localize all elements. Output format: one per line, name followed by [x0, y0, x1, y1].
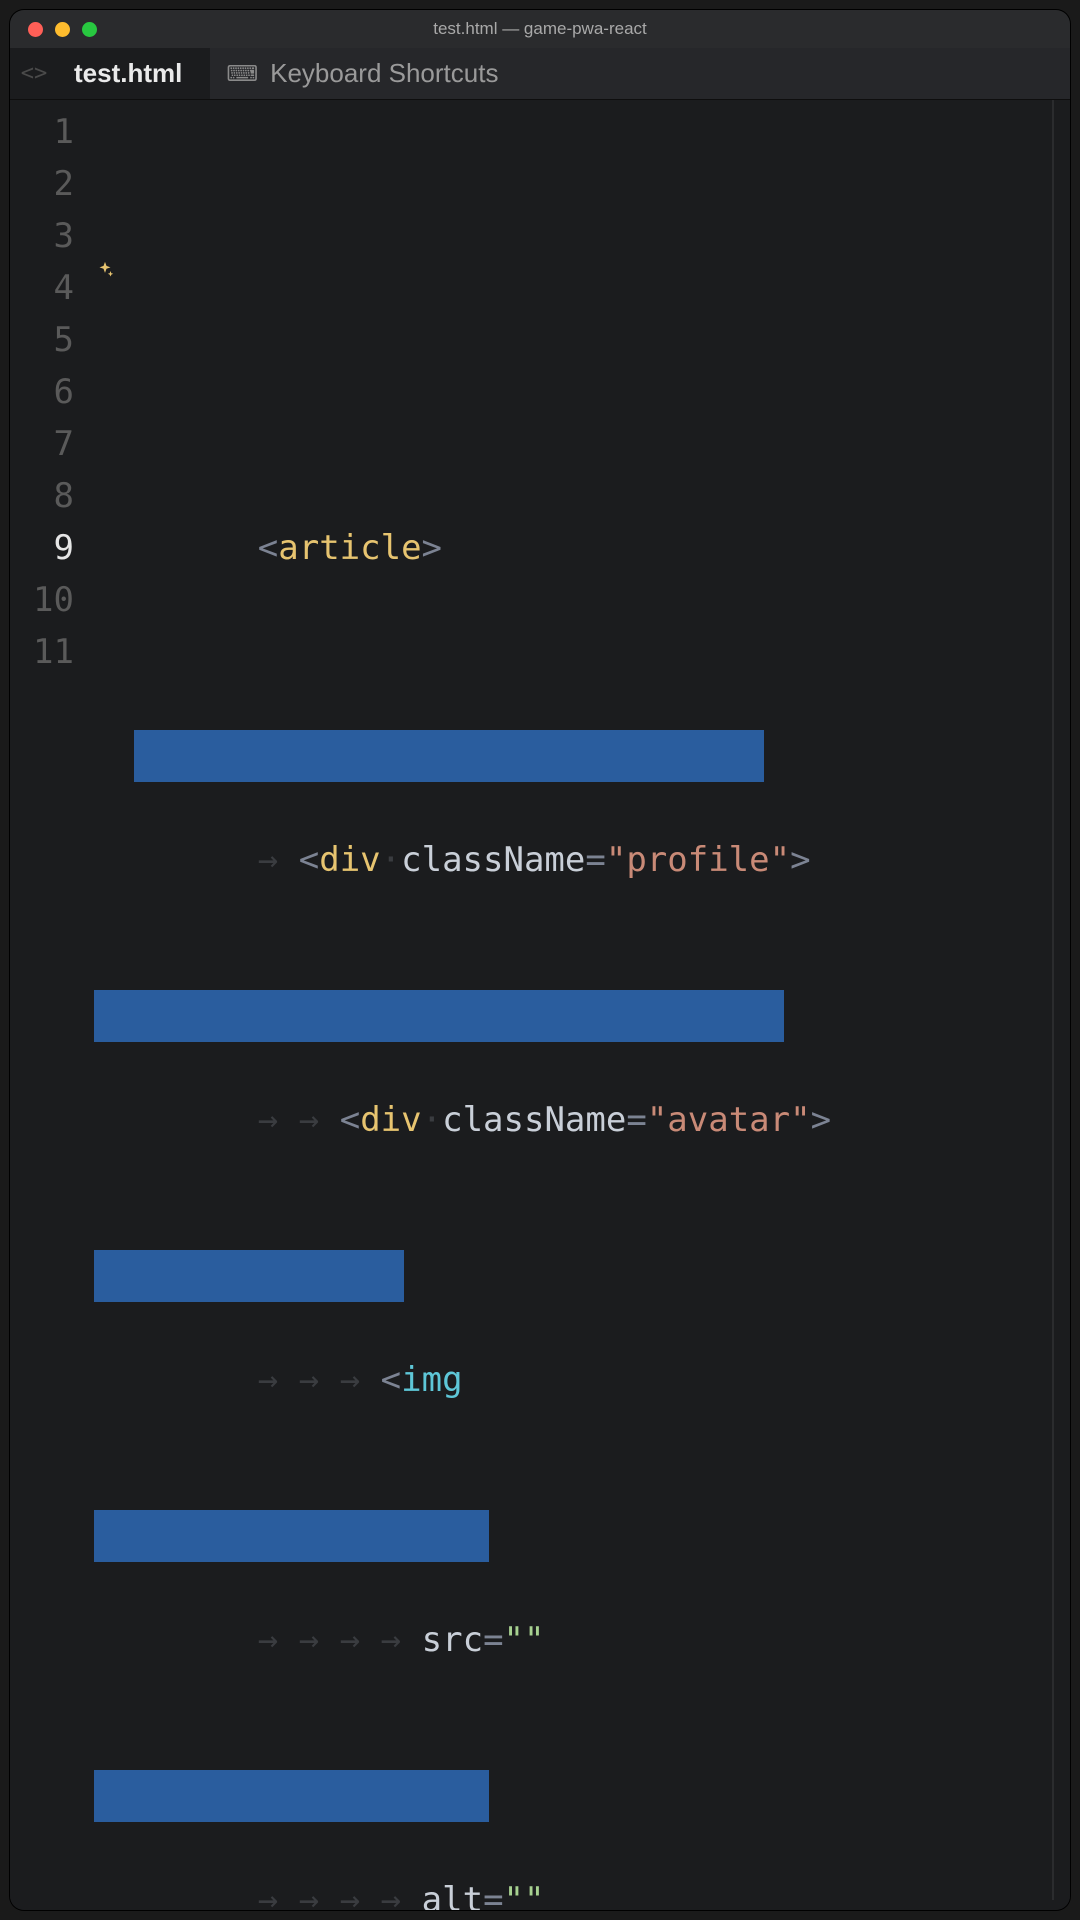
whitespace: · — [422, 1100, 442, 1140]
line-number[interactable]: 10 — [10, 574, 88, 626]
code-editor[interactable]: 1 2 3 4 5 6 7 8 9 10 11 <article> — [10, 100, 1070, 1910]
editor-window: test.html — game-pwa-react <> test.html … — [10, 10, 1070, 1910]
punct: = — [483, 1620, 503, 1660]
whitespace: · — [381, 840, 401, 880]
punct: < — [299, 840, 319, 880]
tab-test-html[interactable]: test.html — [58, 48, 210, 99]
code-line[interactable]: <article> — [88, 470, 1070, 522]
minimize-window-button[interactable] — [55, 22, 70, 37]
whitespace: → — [258, 840, 299, 880]
selection — [94, 1250, 404, 1302]
punct: > — [790, 840, 810, 880]
string-empty: "" — [504, 1620, 545, 1660]
whitespace: → → → → — [258, 1880, 422, 1910]
traffic-lights — [10, 22, 97, 37]
whitespace: → → → — [258, 1360, 381, 1400]
tag-article: article — [278, 528, 421, 568]
code-line[interactable]: → → → → alt="" — [88, 1770, 1070, 1822]
tag-div: div — [319, 840, 380, 880]
code-line[interactable]: → → → <img — [88, 1250, 1070, 1302]
selection — [134, 730, 764, 782]
line-number-gutter[interactable]: 1 2 3 4 5 6 7 8 9 10 11 — [10, 100, 88, 1910]
whitespace: → → → → — [258, 1620, 422, 1660]
punct: = — [483, 1880, 503, 1910]
scrollbar-track[interactable] — [1052, 100, 1054, 1900]
tab-bar-spacer — [526, 48, 1070, 99]
line-number[interactable]: 2 — [10, 158, 88, 210]
punct: < — [258, 528, 278, 568]
file-type-icon: <> — [10, 48, 58, 99]
code-area[interactable]: <article> → <div·className="profile"> → … — [88, 100, 1070, 1910]
punct: > — [422, 528, 442, 568]
selection — [94, 1510, 489, 1562]
punct: < — [340, 1100, 360, 1140]
line-number[interactable]: 5 — [10, 314, 88, 366]
close-window-button[interactable] — [28, 22, 43, 37]
selection — [94, 1770, 489, 1822]
tag-img: img — [401, 1360, 462, 1400]
tab-label: Keyboard Shortcuts — [270, 58, 498, 89]
punct: = — [626, 1100, 646, 1140]
line-number[interactable]: 9 — [10, 522, 88, 574]
line-number[interactable]: 3 — [10, 210, 88, 262]
angle-brackets-icon: <> — [21, 61, 48, 86]
tab-bar: <> test.html ⌨ Keyboard Shortcuts — [10, 48, 1070, 100]
line-number[interactable]: 7 — [10, 418, 88, 470]
punct: < — [381, 1360, 401, 1400]
line-number[interactable]: 6 — [10, 366, 88, 418]
line-number[interactable]: 4 — [10, 262, 88, 314]
whitespace: → → — [258, 1100, 340, 1140]
attr-classname: className — [442, 1100, 626, 1140]
ai-sparkle-icon[interactable] — [94, 156, 116, 178]
selection — [94, 990, 784, 1042]
tab-keyboard-shortcuts[interactable]: ⌨ Keyboard Shortcuts — [210, 48, 526, 99]
string-avatar: "avatar" — [647, 1100, 811, 1140]
zoom-window-button[interactable] — [82, 22, 97, 37]
line-number[interactable]: 1 — [10, 106, 88, 158]
titlebar[interactable]: test.html — game-pwa-react — [10, 10, 1070, 48]
tag-div: div — [360, 1100, 421, 1140]
window-title: test.html — game-pwa-react — [10, 19, 1070, 39]
code-line[interactable]: → → → → src="" — [88, 1510, 1070, 1562]
attr-src: src — [422, 1620, 483, 1660]
attr-alt: alt — [422, 1880, 483, 1910]
code-line[interactable]: → → <div·className="avatar"> — [88, 990, 1070, 1042]
string-profile: "profile" — [606, 840, 790, 880]
line-number[interactable]: 11 — [10, 626, 88, 678]
line-number[interactable]: 8 — [10, 470, 88, 522]
string-empty: "" — [504, 1880, 545, 1910]
punct: > — [811, 1100, 831, 1140]
punct: = — [585, 840, 605, 880]
code-line[interactable]: → <div·className="profile"> — [88, 730, 1070, 782]
attr-classname: className — [401, 840, 585, 880]
tab-label: test.html — [74, 58, 182, 89]
keyboard-icon: ⌨ — [226, 61, 258, 87]
